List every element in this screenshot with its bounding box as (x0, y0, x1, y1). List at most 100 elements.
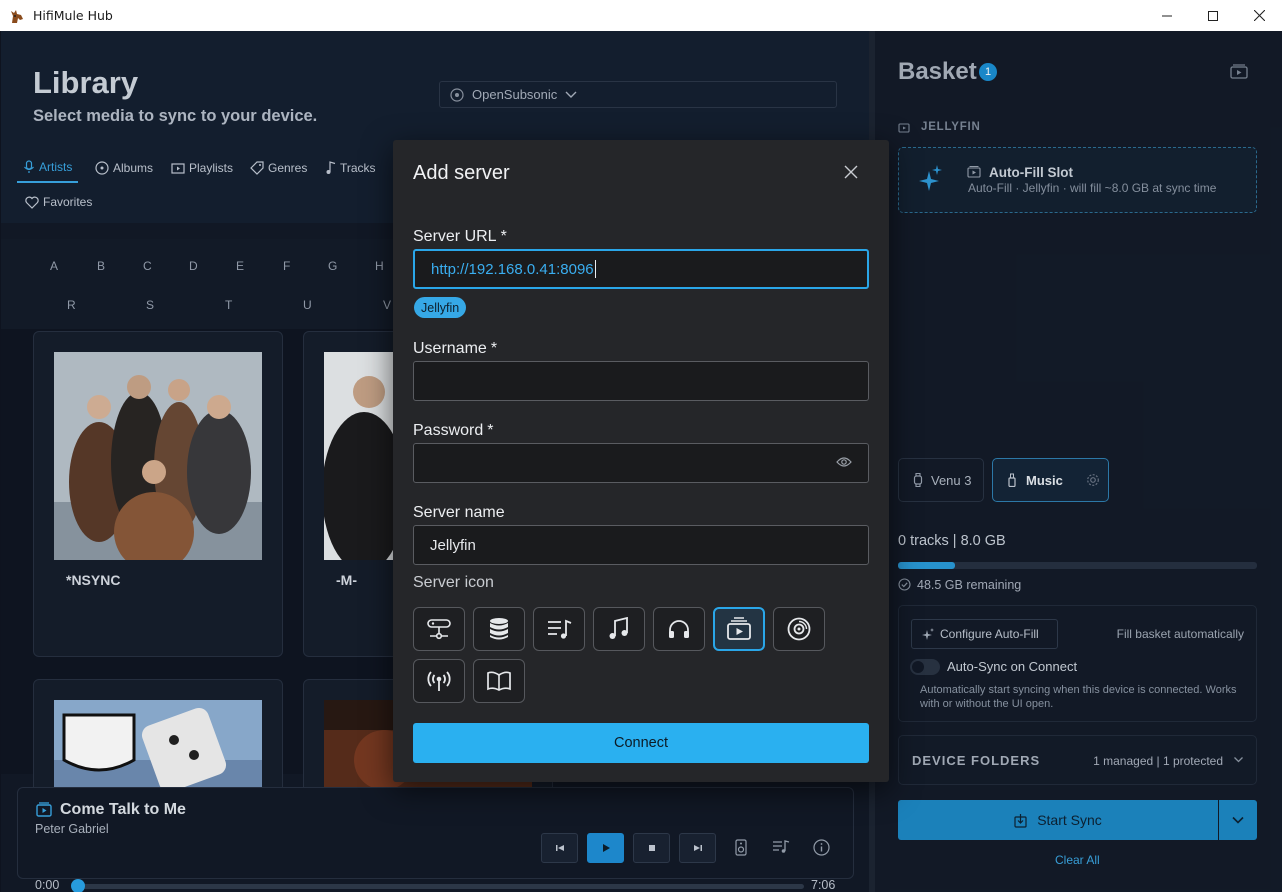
gear-icon[interactable] (1086, 473, 1100, 487)
password-input[interactable] (413, 443, 869, 483)
tab-artists[interactable]: Artists (17, 153, 79, 183)
server-icon-option[interactable] (473, 607, 525, 651)
device-folders-section[interactable]: DEVICE FOLDERS 1 managed | 1 protected (898, 735, 1257, 785)
autofill-slot[interactable]: Auto-Fill Slot Auto-Fill · Jellyfin · wi… (898, 147, 1257, 213)
tab-tracks-label: Tracks (340, 161, 376, 175)
server-url-label-text: Server URL (413, 228, 497, 245)
database-icon (490, 618, 508, 640)
password-label-text: Password (413, 422, 484, 439)
tab-genres[interactable]: Genres (250, 153, 307, 183)
server-section-label: JELLYFIN (921, 121, 981, 133)
playlist-music-icon (548, 619, 572, 639)
letter-r[interactable]: R (67, 298, 76, 312)
server-icon-option[interactable] (473, 659, 525, 703)
play-button[interactable] (587, 833, 624, 863)
usb-drive-icon (1008, 473, 1016, 487)
letter-b[interactable]: B (97, 259, 105, 273)
autosync-toggle[interactable] (910, 659, 940, 675)
server-name-input[interactable]: Jellyfin (413, 525, 869, 565)
source-select[interactable]: OpenSubsonic (439, 81, 837, 108)
server-url-input[interactable]: http://192.168.0.41:8096 (413, 249, 869, 289)
media-library-icon[interactable] (1230, 63, 1248, 79)
server-icon-option[interactable] (653, 607, 705, 651)
tab-favorites[interactable]: Favorites (25, 187, 92, 217)
tab-albums-label: Albums (113, 161, 154, 175)
tab-genres-label: Genres (268, 161, 308, 175)
letter-t[interactable]: T (225, 298, 232, 312)
minimize-button[interactable] (1144, 0, 1190, 31)
device-music-label: Music (1026, 472, 1063, 488)
server-icon-option[interactable] (533, 607, 585, 651)
media-library-icon (898, 123, 910, 133)
next-button[interactable] (679, 833, 716, 863)
seek-handle[interactable] (71, 879, 85, 892)
letter-g[interactable]: G (328, 259, 337, 273)
start-sync-label: Start Sync (1037, 812, 1102, 828)
server-icon-option[interactable] (413, 607, 465, 651)
basket-summary: 0 tracks | 8.0 GB (898, 533, 1006, 549)
media-library-icon (967, 166, 981, 178)
music-note-icon (609, 617, 628, 639)
server-icon-option[interactable] (593, 607, 645, 651)
speaker-icon[interactable] (735, 839, 747, 856)
letter-a[interactable]: A (50, 259, 58, 273)
previous-button[interactable] (541, 833, 578, 863)
tab-artists-label: Artists (39, 160, 73, 174)
tab-albums[interactable]: Albums (95, 153, 153, 183)
device-music[interactable]: Music (992, 458, 1109, 502)
tab-playlists[interactable]: Playlists (171, 153, 233, 183)
tab-tracks[interactable]: Tracks (326, 153, 376, 183)
connect-button[interactable]: Connect (413, 723, 869, 763)
fill-basket-hint: Fill basket automatically (1116, 627, 1244, 641)
clear-all-link[interactable]: Clear All (1055, 853, 1100, 867)
start-sync-button[interactable]: Start Sync (898, 800, 1218, 840)
server-icon-option-selected[interactable] (713, 607, 765, 651)
server-icon-option[interactable] (773, 607, 825, 651)
basket-count-badge: 1 (979, 63, 997, 81)
server-icon-option[interactable] (413, 659, 465, 703)
maximize-button[interactable] (1190, 0, 1236, 31)
server-icon-label: Server icon (413, 574, 494, 591)
letter-e[interactable]: E (236, 259, 244, 273)
close-window-button[interactable] (1236, 0, 1282, 31)
mule-logo-icon (11, 9, 23, 23)
letter-v[interactable]: V (383, 298, 391, 312)
letter-u[interactable]: U (303, 298, 312, 312)
music-note-icon (326, 161, 336, 174)
now-playing-bar: Come Talk to Me Peter Gabriel 0:00 7:06 (17, 787, 854, 892)
sync-options-dropdown[interactable] (1219, 800, 1257, 840)
track-title: Come Talk to Me (60, 801, 186, 818)
autofill-settings: Configure Auto-Fill Fill basket automati… (898, 605, 1257, 722)
configure-autofill-button[interactable]: Configure Auto-Fill (911, 619, 1058, 649)
library-subtitle: Select media to sync to your device. (33, 107, 318, 125)
track-duration: 7:06 (811, 878, 836, 892)
letter-c[interactable]: C (143, 259, 152, 273)
sparkles-icon (919, 165, 942, 191)
stop-icon (648, 845, 655, 851)
artist-card[interactable]: *NSYNC (33, 331, 283, 657)
required-mark: * (487, 422, 494, 439)
stop-button[interactable] (633, 833, 670, 863)
eye-icon[interactable] (836, 456, 852, 468)
queue-icon[interactable] (772, 839, 790, 855)
server-source-icon (450, 87, 464, 102)
username-input[interactable] (413, 361, 869, 401)
server-url-value: http://192.168.0.41:8096 (431, 260, 594, 278)
letter-h[interactable]: H (375, 259, 384, 273)
play-icon (602, 844, 610, 852)
seek-bar[interactable] (78, 884, 804, 889)
library-header: Library Select media to sync to your dev… (1, 31, 869, 151)
device-folders-info: 1 managed | 1 protected (1093, 754, 1223, 768)
letter-f[interactable]: F (283, 259, 290, 273)
device-folders-label: DEVICE FOLDERS (912, 753, 1041, 768)
device-venu3[interactable]: Venu 3 (898, 458, 984, 502)
elapsed-time: 0:00 (35, 878, 60, 892)
server-url-label: Server URL * (413, 228, 507, 246)
letter-d[interactable]: D (189, 259, 198, 273)
remaining-space: 48.5 GB remaining (917, 578, 1022, 592)
letter-s[interactable]: S (146, 298, 154, 312)
artist-image (54, 352, 262, 560)
basket-pane: Basket 1 JELLYFIN Auto-Fill Slot Auto-Fi… (875, 31, 1282, 892)
close-icon[interactable] (844, 165, 858, 179)
info-icon[interactable] (813, 839, 830, 856)
